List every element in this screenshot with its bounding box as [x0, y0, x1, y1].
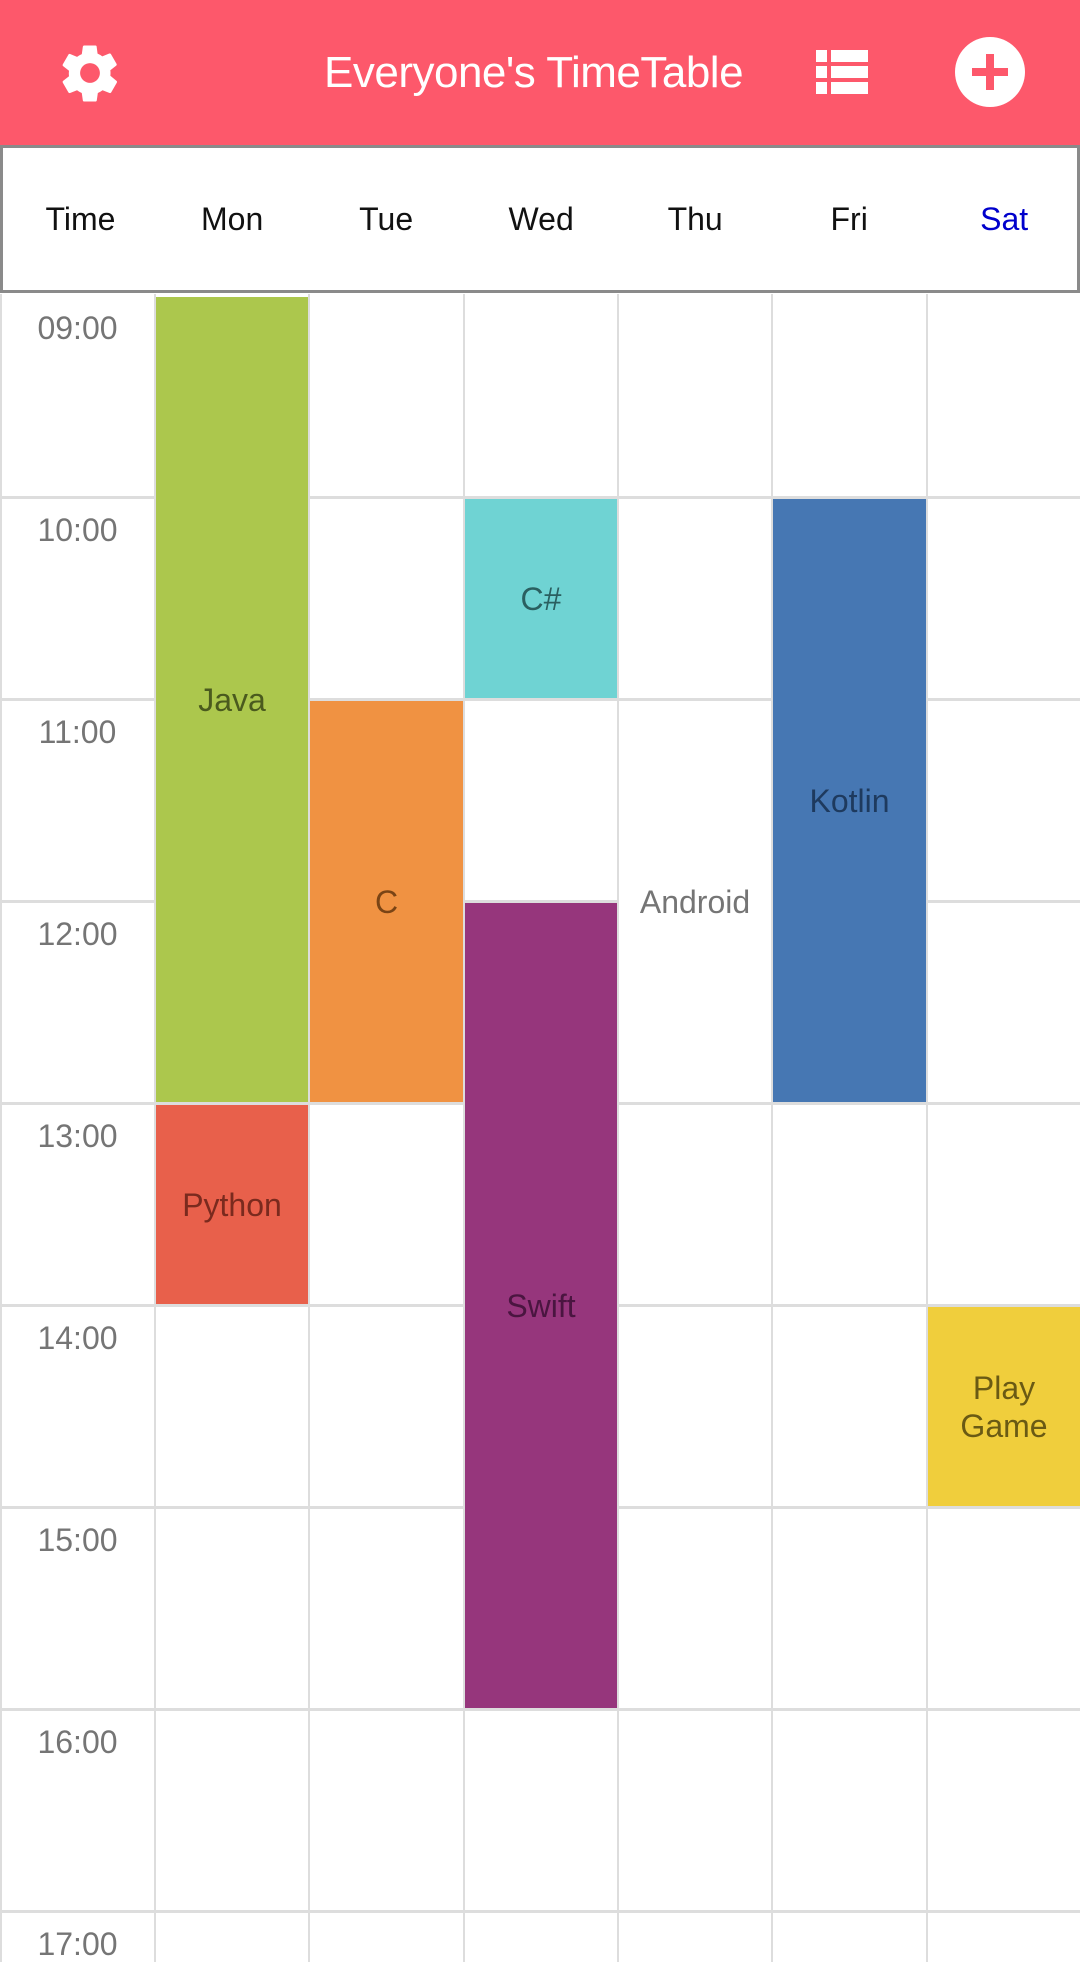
time-label: 13:00 [37, 1118, 118, 1154]
app-bar: Everyone's TimeTable [0, 0, 1080, 145]
day-header: Time Mon Tue Wed Thu Fri Sat [0, 145, 1080, 293]
event-block-swift[interactable]: Swift [465, 903, 617, 1708]
day-header-sat[interactable]: Sat [927, 148, 1080, 290]
day-header-fri[interactable]: Fri [772, 148, 926, 290]
event-title: Kotlin [809, 782, 890, 819]
time-label: 15:00 [37, 1522, 118, 1558]
event-title: Swift [506, 1287, 576, 1324]
time-label: 14:00 [37, 1320, 118, 1356]
grid-line [926, 294, 928, 1962]
timetable-grid: 09:00 10:00 11:00 12:00 13:00 14:00 15:00 16:00… [0, 294, 1080, 1962]
event-block-play-game[interactable]: Play Game [928, 1307, 1080, 1506]
day-header-time: Time [45, 201, 116, 237]
event-block-c[interactable]: C [310, 701, 463, 1102]
event-title: Android [639, 883, 751, 920]
time-label: 16:00 [37, 1724, 118, 1760]
time-label: 09:00 [37, 310, 118, 346]
event-block-java[interactable]: Java [156, 297, 308, 1102]
event-title: Java [198, 681, 266, 718]
day-header-wed[interactable]: Wed [464, 148, 618, 290]
grid-line [617, 294, 619, 1962]
list-icon[interactable] [816, 50, 868, 94]
app-title: Everyone's TimeTable [324, 48, 744, 97]
event-block-c-[interactable]: C# [465, 499, 617, 698]
event-title: Play Game [960, 1369, 1048, 1444]
time-label: 12:00 [37, 916, 118, 952]
grid-line [308, 294, 310, 1962]
day-header-thu[interactable]: Thu [618, 148, 772, 290]
time-label: 10:00 [37, 512, 118, 548]
gear-icon[interactable] [57, 40, 123, 106]
grid-line [0, 1910, 1080, 1913]
time-label: 11:00 [38, 714, 117, 750]
add-circle-icon[interactable] [955, 37, 1025, 107]
event-title: C [374, 883, 399, 920]
time-label: 17:00 [37, 1926, 118, 1962]
day-header-tue[interactable]: Tue [309, 148, 463, 290]
event-block-kotlin[interactable]: Kotlin [773, 499, 926, 1102]
event-block-android[interactable]: Android [619, 701, 771, 1102]
event-title: Python [182, 1186, 282, 1223]
grid-line [0, 1708, 1080, 1711]
day-header-mon[interactable]: Mon [155, 148, 309, 290]
event-title: C# [520, 580, 562, 617]
event-block-python[interactable]: Python [156, 1105, 308, 1304]
